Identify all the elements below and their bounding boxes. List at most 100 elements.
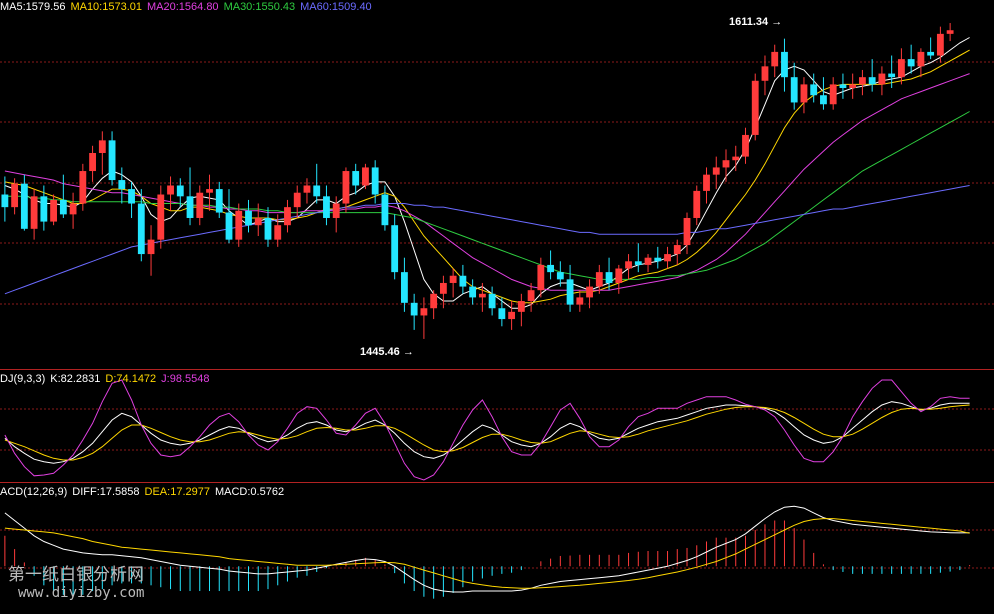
candle-body	[303, 185, 311, 193]
candle	[196, 185, 204, 226]
candle	[293, 185, 301, 218]
candle	[615, 264, 623, 294]
candle-body	[449, 275, 457, 283]
candle-body	[1, 194, 9, 208]
candle-body	[615, 268, 623, 283]
high-price-label: 1611.34 →	[729, 16, 783, 28]
kdj-j-line	[4, 379, 970, 481]
candle-body	[235, 210, 243, 240]
candle-body	[654, 257, 662, 262]
candle-body	[254, 217, 262, 226]
candle-body	[245, 210, 252, 226]
candle-body	[410, 302, 418, 316]
candle-body	[332, 203, 340, 218]
candle	[829, 77, 837, 110]
candle-body	[576, 297, 584, 305]
candle-body	[537, 264, 545, 291]
candle-body	[839, 84, 847, 89]
candle-body	[215, 189, 223, 213]
candle-body	[946, 30, 954, 34]
candle	[712, 156, 720, 190]
candle-body	[264, 217, 272, 240]
candle-body	[225, 212, 233, 240]
ma30-line	[4, 111, 970, 280]
candle	[303, 178, 311, 204]
candle	[732, 145, 740, 172]
candle	[722, 149, 730, 182]
candle-body	[868, 77, 876, 85]
candle-body	[547, 264, 554, 273]
candle-body	[323, 196, 330, 218]
legend-item: J:98.5548	[161, 373, 210, 385]
kdj-k-line	[4, 401, 970, 464]
candle	[800, 77, 808, 114]
candle-body	[508, 311, 516, 320]
candle-body	[751, 80, 759, 135]
candle-body	[352, 171, 360, 186]
candle-body	[79, 171, 87, 204]
candle-body	[420, 308, 428, 316]
watermark-url: www.diyizby.com	[18, 585, 145, 601]
candle	[547, 250, 554, 280]
candle	[108, 131, 116, 186]
candle-body	[167, 185, 174, 195]
candle-body	[118, 180, 126, 190]
candle	[508, 301, 516, 330]
legend-item: K:82.2831	[50, 373, 101, 385]
low-price-label: 1445.46 →	[360, 346, 414, 358]
candle-body	[556, 272, 564, 280]
candle-body	[790, 77, 798, 103]
candle-body	[362, 167, 369, 186]
candle-body	[128, 189, 135, 204]
candle-body	[196, 192, 204, 218]
candle	[264, 207, 272, 247]
candle	[673, 239, 681, 265]
ma5-line	[4, 37, 970, 309]
kdj-panel	[4, 379, 970, 481]
candle	[576, 290, 584, 312]
candle-body	[673, 245, 681, 255]
candle	[703, 167, 710, 204]
candle	[907, 44, 915, 74]
candle	[586, 279, 593, 309]
candle	[167, 176, 174, 211]
candle	[634, 243, 642, 273]
legend-item: MA20:1564.80	[147, 1, 219, 13]
candle-body	[878, 73, 886, 85]
candle-body	[371, 167, 379, 195]
candle	[69, 192, 77, 229]
candle	[517, 293, 525, 327]
candle	[946, 23, 954, 42]
legend-item: MA10:1573.01	[70, 1, 142, 13]
candle-body	[683, 217, 691, 246]
candle-body	[927, 51, 935, 56]
macd-legend: ACD(12,26,9) DIFF:17.5858 DEA:17.2977 MACD:…	[0, 485, 289, 499]
candle	[381, 185, 389, 231]
market-chart	[0, 23, 994, 599]
candle-body	[176, 185, 184, 197]
candle	[927, 37, 935, 60]
candle-body	[566, 279, 574, 305]
candle-body	[820, 95, 827, 105]
candle	[1, 176, 9, 222]
candle	[410, 293, 418, 330]
legend-item: ACD(12,26,9)	[0, 486, 68, 498]
candle-body	[11, 183, 19, 208]
candle-body	[186, 196, 194, 218]
candle-body	[644, 257, 652, 265]
ma10-line	[4, 49, 970, 304]
candle-body	[59, 199, 67, 215]
candle	[11, 178, 19, 215]
candle-body	[810, 84, 818, 96]
candle	[313, 163, 321, 204]
legend-item: MA5:1579.56	[0, 1, 66, 13]
candle-body	[634, 261, 642, 265]
candle-body	[849, 84, 857, 89]
candle	[352, 163, 360, 195]
candle-body	[293, 192, 301, 208]
legend-item: D:74.1472	[105, 373, 157, 385]
candle	[936, 26, 944, 63]
candle	[498, 297, 506, 327]
candle	[761, 55, 769, 96]
candle	[284, 199, 291, 233]
